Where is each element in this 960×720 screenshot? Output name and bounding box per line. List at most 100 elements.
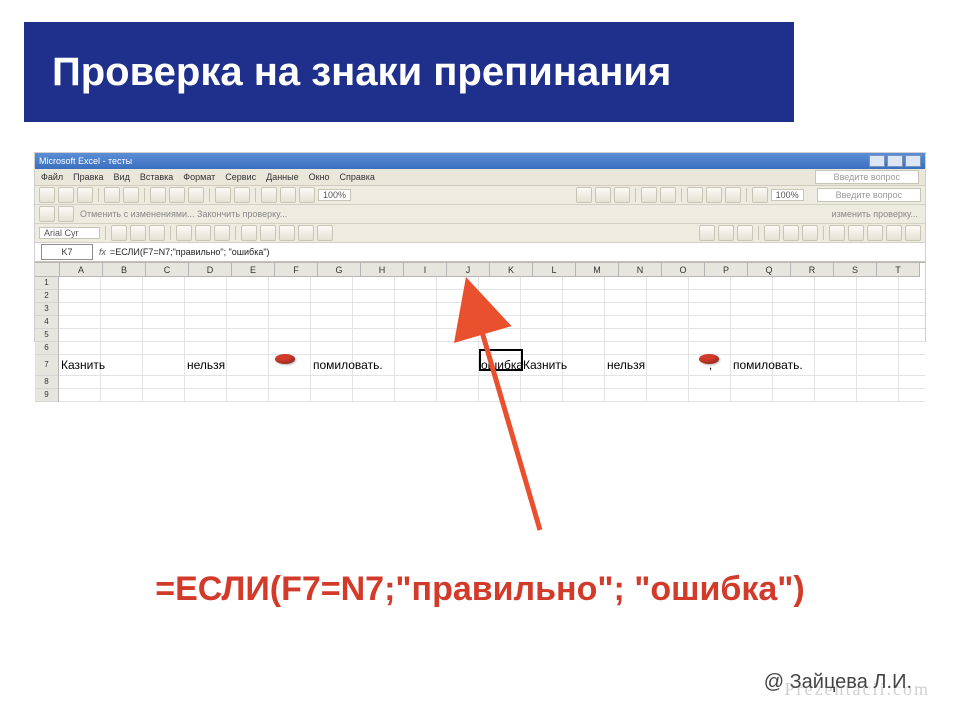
copy-icon[interactable] xyxy=(169,187,185,203)
row-8[interactable]: 8 xyxy=(35,376,59,389)
standard-toolbar[interactable]: 100% 100% Введите вопрос xyxy=(35,186,925,205)
col-K[interactable]: K xyxy=(490,263,533,277)
row-7[interactable]: 7 xyxy=(35,355,59,376)
undo-icon[interactable] xyxy=(215,187,231,203)
formula-content[interactable]: =ЕСЛИ(F7=N7;"правильно"; "ошибка") xyxy=(110,247,270,257)
review-icon[interactable] xyxy=(39,206,55,222)
select-all-corner[interactable] xyxy=(35,263,60,277)
font-color-icon-2[interactable] xyxy=(905,225,921,241)
col-D[interactable]: D xyxy=(189,263,232,277)
col-I[interactable]: I xyxy=(404,263,447,277)
col-G[interactable]: G xyxy=(318,263,361,277)
new-icon[interactable] xyxy=(39,187,55,203)
preview-icon[interactable] xyxy=(123,187,139,203)
bold-icon-2[interactable] xyxy=(699,225,715,241)
cell-A7[interactable]: Казнить xyxy=(59,355,101,375)
cells-area[interactable]: Казнить нельзя помиловать. ошибка Казнит… xyxy=(59,277,925,402)
align-left-icon[interactable] xyxy=(176,225,192,241)
chart-icon[interactable] xyxy=(299,187,315,203)
align-left-icon-2[interactable] xyxy=(764,225,780,241)
cell-D7[interactable]: нельзя xyxy=(185,355,227,375)
help-search-box[interactable]: Введите вопрос xyxy=(815,170,919,184)
borders-icon-2[interactable] xyxy=(867,225,883,241)
row-4[interactable]: 4 xyxy=(35,316,59,329)
font-color-icon[interactable] xyxy=(317,225,333,241)
col-T[interactable]: T xyxy=(877,263,920,277)
col-F[interactable]: F xyxy=(275,263,318,277)
help-search-box-2[interactable]: Введите вопрос xyxy=(817,188,921,202)
col-S[interactable]: S xyxy=(834,263,877,277)
menu-file[interactable]: Файл xyxy=(41,172,63,182)
zoom-box[interactable]: 100% xyxy=(318,189,351,201)
align-center-icon-2[interactable] xyxy=(783,225,799,241)
menu-view[interactable]: Вид xyxy=(114,172,130,182)
paste-icon[interactable] xyxy=(188,187,204,203)
minimize-icon[interactable] xyxy=(869,155,885,167)
menu-edit[interactable]: Правка xyxy=(73,172,103,182)
col-Q[interactable]: Q xyxy=(748,263,791,277)
col-H[interactable]: H xyxy=(361,263,404,277)
zoom-box-2[interactable]: 100% xyxy=(771,189,804,201)
open-icon[interactable] xyxy=(58,187,74,203)
cell-K7[interactable]: ошибка xyxy=(479,355,521,375)
save-icon[interactable] xyxy=(77,187,93,203)
copy-icon-2[interactable] xyxy=(706,187,722,203)
cell-N7[interactable]: нельзя xyxy=(605,355,647,375)
review-toolbar[interactable]: Отменить с изменениями... Закончить пров… xyxy=(35,205,925,224)
underline-icon[interactable] xyxy=(149,225,165,241)
col-L[interactable]: L xyxy=(533,263,576,277)
cell-Q7[interactable]: помиловать. xyxy=(731,355,773,375)
print-icon[interactable] xyxy=(104,187,120,203)
cell-G7[interactable]: помиловать. xyxy=(311,355,353,375)
preview-icon-2[interactable] xyxy=(660,187,676,203)
sort-desc-icon[interactable] xyxy=(280,187,296,203)
col-N[interactable]: N xyxy=(619,263,662,277)
comment-icon[interactable] xyxy=(58,206,74,222)
col-C[interactable]: C xyxy=(146,263,189,277)
align-center-icon[interactable] xyxy=(195,225,211,241)
cell-L7[interactable]: Казнить xyxy=(521,355,563,375)
cut-icon-2[interactable] xyxy=(687,187,703,203)
menu-bar[interactable]: Файл Правка Вид Вставка Формат Сервис Да… xyxy=(35,169,925,186)
row-6[interactable]: 6 xyxy=(35,342,59,355)
formula-bar[interactable]: K7 fx =ЕСЛИ(F7=N7;"правильно"; "ошибка") xyxy=(35,243,925,262)
sort-asc-icon[interactable] xyxy=(261,187,277,203)
italic-icon[interactable] xyxy=(130,225,146,241)
fill-color-icon[interactable] xyxy=(298,225,314,241)
formatting-toolbar[interactable]: Arial Cyr xyxy=(35,224,925,243)
font-name-box[interactable]: Arial Cyr xyxy=(39,227,100,239)
currency-icon-2[interactable] xyxy=(829,225,845,241)
cut-icon[interactable] xyxy=(150,187,166,203)
col-O[interactable]: O xyxy=(662,263,705,277)
save-icon-2[interactable] xyxy=(614,187,630,203)
menu-format[interactable]: Формат xyxy=(183,172,215,182)
underline-icon-2[interactable] xyxy=(737,225,753,241)
spreadsheet-grid[interactable]: A B C D E F G H I J K L M N O P Q R S T … xyxy=(35,262,925,402)
menu-window[interactable]: Окно xyxy=(309,172,330,182)
percent-icon[interactable] xyxy=(260,225,276,241)
menu-data[interactable]: Данные xyxy=(266,172,299,182)
row-headers[interactable]: 1 2 3 4 5 6 7 8 9 xyxy=(35,277,59,402)
col-E[interactable]: E xyxy=(232,263,275,277)
menu-insert[interactable]: Вставка xyxy=(140,172,173,182)
col-R[interactable]: R xyxy=(791,263,834,277)
window-controls[interactable] xyxy=(869,155,921,167)
row-5[interactable]: 5 xyxy=(35,329,59,342)
row-2[interactable]: 2 xyxy=(35,290,59,303)
data-row-7[interactable]: Казнить нельзя помиловать. ошибка Казнит… xyxy=(59,355,925,376)
row-9[interactable]: 9 xyxy=(35,389,59,402)
open-icon-2[interactable] xyxy=(595,187,611,203)
fx-icon[interactable]: fx xyxy=(99,247,106,257)
italic-icon-2[interactable] xyxy=(718,225,734,241)
col-A[interactable]: A xyxy=(60,263,103,277)
new-icon-2[interactable] xyxy=(576,187,592,203)
row-3[interactable]: 3 xyxy=(35,303,59,316)
fill-color-icon-2[interactable] xyxy=(886,225,902,241)
col-B[interactable]: B xyxy=(103,263,146,277)
name-box[interactable]: K7 xyxy=(41,244,93,260)
align-right-icon-2[interactable] xyxy=(802,225,818,241)
print-icon-2[interactable] xyxy=(641,187,657,203)
menu-help[interactable]: Справка xyxy=(340,172,375,182)
close-icon[interactable] xyxy=(905,155,921,167)
bold-icon[interactable] xyxy=(111,225,127,241)
